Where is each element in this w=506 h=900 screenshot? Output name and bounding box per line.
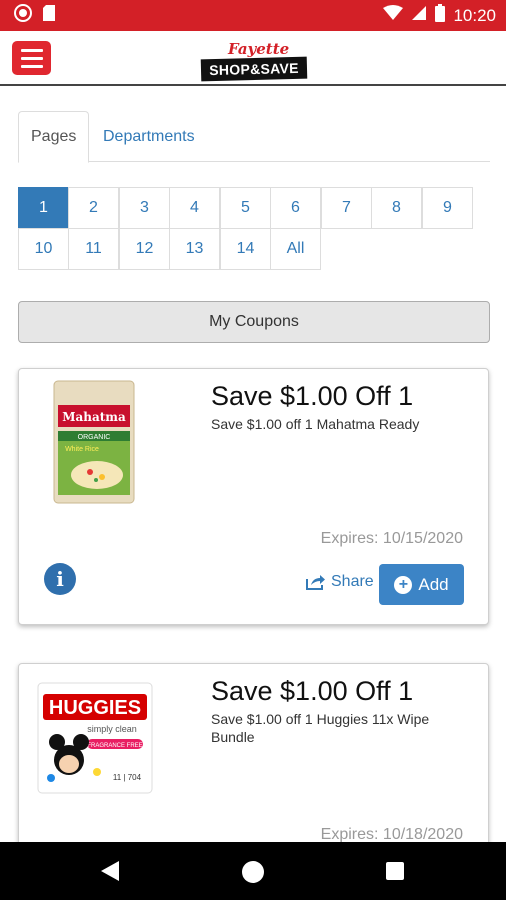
- page-button-11[interactable]: 11: [68, 228, 119, 270]
- record-icon: [14, 4, 32, 27]
- share-button[interactable]: Share: [306, 573, 374, 591]
- svg-text:HUGGIES: HUGGIES: [49, 697, 141, 719]
- svg-text:FRAGRANCE FREE: FRAGRANCE FREE: [87, 743, 142, 749]
- hamburger-line: [20, 48, 43, 52]
- cell-signal-icon: [411, 5, 427, 26]
- back-icon[interactable]: [100, 860, 120, 882]
- battery-icon: [435, 4, 446, 27]
- page-button-2[interactable]: 2: [68, 187, 119, 229]
- page-button-5[interactable]: 5: [220, 187, 271, 229]
- page-button-3[interactable]: 3: [119, 187, 170, 229]
- logo-shopsave-text: SHOP&SAVE: [200, 56, 308, 82]
- svg-text:ORGANIC: ORGANIC: [78, 434, 111, 441]
- coupon-title: Save $1.00 Off 1: [211, 381, 414, 411]
- mahatma-rice-product-image[interactable]: Mahatma ORGANIC White Rice: [52, 379, 136, 505]
- tab-bar: Pages Departments: [18, 111, 490, 163]
- page-button-1[interactable]: 1: [18, 187, 69, 229]
- hamburger-line: [20, 64, 43, 68]
- tab-departments[interactable]: Departments: [91, 111, 207, 162]
- logo-fayette-text: Fayette: [228, 40, 290, 58]
- coupon-description: Save $1.00 off 1 Mahatma Ready: [211, 416, 420, 432]
- coupon-card: Mahatma ORGANIC White Rice Save $1.00 Of…: [18, 368, 489, 625]
- svg-text:simply clean: simply clean: [87, 724, 137, 734]
- app-header: Fayette SHOP&SAVE: [0, 31, 506, 86]
- menu-button[interactable]: [12, 41, 51, 75]
- page-button-9[interactable]: 9: [422, 187, 473, 229]
- my-coupons-button[interactable]: My Coupons: [18, 301, 490, 343]
- store-logo[interactable]: Fayette SHOP&SAVE: [199, 40, 309, 82]
- status-bar: 10:20: [0, 0, 506, 31]
- share-label: Share: [331, 573, 374, 590]
- android-nav-bar: [0, 842, 506, 900]
- coupon-expires: Expires: 10/15/2020: [320, 530, 463, 547]
- page-button-12[interactable]: 12: [119, 228, 170, 270]
- plus-circle-icon: +: [394, 575, 413, 594]
- page-button-13[interactable]: 13: [169, 228, 220, 270]
- svg-text:Mahatma: Mahatma: [62, 410, 126, 424]
- page-button-8[interactable]: 8: [371, 187, 422, 229]
- add-coupon-button[interactable]: + Add: [379, 564, 464, 605]
- coupon-title: Save $1.00 Off 1: [211, 676, 414, 706]
- coupon-description: Save $1.00 off 1 Huggies 11x Wipe Bundle: [211, 711, 430, 745]
- home-icon[interactable]: [242, 861, 264, 883]
- huggies-wipes-product-image[interactable]: HUGGIES simply clean FRAGRANCE FREE 11 |…: [37, 682, 153, 794]
- sd-card-icon: [42, 4, 56, 27]
- status-time: 10:20: [453, 5, 496, 25]
- wifi-icon: [383, 5, 404, 26]
- page-button-4[interactable]: 4: [169, 187, 220, 229]
- svg-text:White Rice: White Rice: [65, 446, 99, 453]
- add-label: Add: [418, 574, 449, 594]
- hamburger-line: [20, 56, 43, 60]
- page-button-6[interactable]: 6: [270, 187, 321, 229]
- page-button-14[interactable]: 14: [220, 228, 271, 270]
- page-button-all[interactable]: All: [270, 228, 321, 270]
- page-button-7[interactable]: 7: [321, 187, 372, 229]
- page-button-10[interactable]: 10: [18, 228, 69, 270]
- tab-pages[interactable]: Pages: [18, 111, 90, 163]
- svg-text:11 | 704: 11 | 704: [113, 773, 142, 782]
- info-icon[interactable]: i: [44, 563, 76, 595]
- share-icon: [306, 575, 325, 590]
- recent-apps-icon[interactable]: [386, 862, 404, 880]
